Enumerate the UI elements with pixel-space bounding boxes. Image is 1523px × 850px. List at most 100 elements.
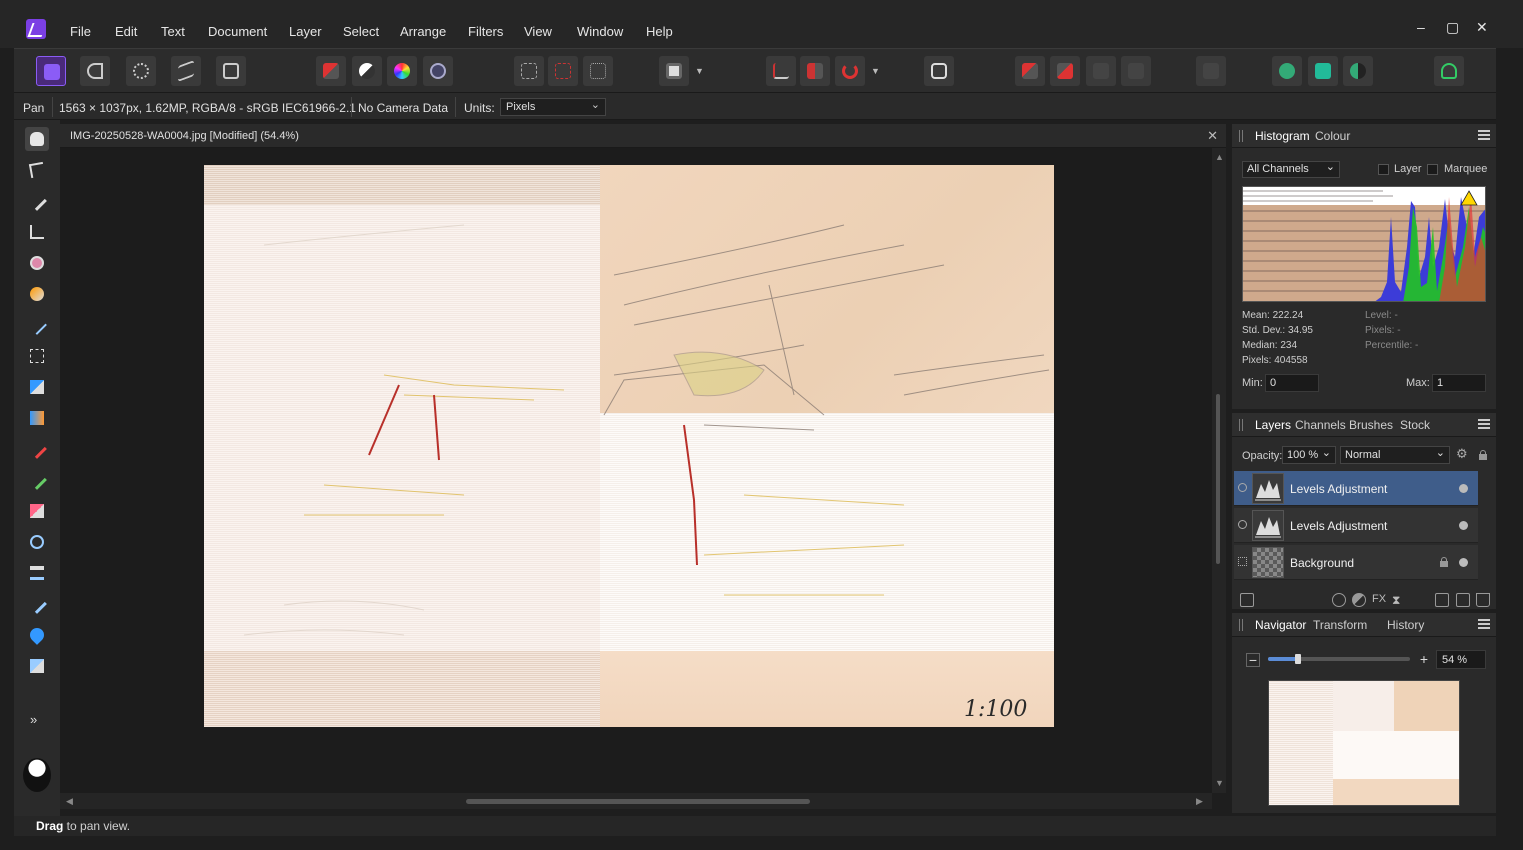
- horizontal-scroll-thumb[interactable]: [466, 799, 810, 804]
- add-mask-icon[interactable]: [1332, 593, 1346, 607]
- layer-row[interactable]: Levels Adjustment: [1234, 471, 1478, 506]
- deselect-button[interactable]: [548, 56, 578, 86]
- boolean-intersect-button[interactable]: [1308, 56, 1338, 86]
- scroll-right-icon[interactable]: ▶: [1196, 796, 1203, 807]
- tab-histogram[interactable]: Histogram: [1255, 129, 1310, 143]
- layer-stack-icon[interactable]: [1240, 593, 1254, 607]
- snapping-dropdown-icon[interactable]: ▼: [871, 66, 881, 76]
- crop-tool[interactable]: [25, 220, 49, 244]
- lock-layers-icon[interactable]: [1479, 450, 1487, 460]
- zoom-in-icon[interactable]: +: [1417, 652, 1431, 667]
- horizontal-scrollbar[interactable]: ◀ ▶: [60, 793, 1212, 809]
- max-input[interactable]: 1: [1432, 374, 1486, 392]
- navigator-preview[interactable]: [1268, 680, 1460, 806]
- menu-arrange[interactable]: Arrange: [400, 24, 446, 39]
- panel-menu-icon[interactable]: [1478, 417, 1490, 431]
- marquee-checkbox[interactable]: [1427, 164, 1438, 175]
- scroll-up-icon[interactable]: ▲: [1215, 152, 1224, 162]
- visibility-icon[interactable]: [1238, 520, 1247, 529]
- healing-brush-tool[interactable]: [25, 592, 49, 616]
- menu-layer[interactable]: Layer: [289, 24, 322, 39]
- vertical-scroll-thumb[interactable]: [1216, 394, 1220, 564]
- flood-fill-tool[interactable]: [25, 282, 49, 306]
- zoom-out-icon[interactable]: −: [1246, 653, 1260, 667]
- tab-navigator[interactable]: Navigator: [1255, 618, 1306, 632]
- view-tool[interactable]: [25, 127, 49, 151]
- fill-tool[interactable]: [25, 375, 49, 399]
- menu-filters[interactable]: Filters: [468, 24, 503, 39]
- min-input[interactable]: 0: [1265, 374, 1319, 392]
- force-pixel-alignment-button[interactable]: [800, 56, 830, 86]
- zoom-field[interactable]: 54 %: [1436, 650, 1486, 669]
- marquee-tool[interactable]: [25, 344, 49, 368]
- flood-select-tool[interactable]: [25, 313, 49, 337]
- layer-visibility-dot-icon[interactable]: [1459, 521, 1468, 530]
- close-window-button[interactable]: ✕: [1476, 19, 1488, 36]
- invert-selection-button[interactable]: [583, 56, 613, 86]
- layer-visibility-dot-icon[interactable]: [1459, 484, 1468, 493]
- zoom-slider[interactable]: [1268, 654, 1410, 664]
- panel-menu-icon[interactable]: [1478, 617, 1490, 631]
- blur-brush-tool[interactable]: [25, 623, 49, 647]
- export-persona-button[interactable]: [216, 56, 246, 86]
- colour-picker-tool[interactable]: [25, 189, 49, 213]
- scroll-down-icon[interactable]: ▼: [1215, 778, 1224, 788]
- levels-button[interactable]: [316, 56, 346, 86]
- expand-tools-button[interactable]: »: [25, 709, 49, 733]
- photo-persona-button[interactable]: [36, 56, 66, 86]
- menu-select[interactable]: Select: [343, 24, 379, 39]
- live-filter-icon[interactable]: ⧗: [1392, 593, 1406, 607]
- account-button[interactable]: [1434, 56, 1464, 86]
- menu-window[interactable]: Window: [577, 24, 623, 39]
- select-all-button[interactable]: [514, 56, 544, 86]
- colour-swatch-icon[interactable]: [23, 758, 51, 792]
- layer-expand-icon[interactable]: [1238, 557, 1247, 566]
- menu-document[interactable]: Document: [208, 24, 267, 39]
- assistant-button[interactable]: [924, 56, 954, 86]
- panel-menu-icon[interactable]: [1478, 128, 1490, 142]
- close-document-icon[interactable]: ✕: [1207, 128, 1218, 144]
- menu-edit[interactable]: Edit: [115, 24, 137, 39]
- menu-help[interactable]: Help: [646, 24, 673, 39]
- boolean-subtract-button[interactable]: [1343, 56, 1373, 86]
- tab-brushes[interactable]: Brushes: [1349, 418, 1393, 432]
- fx-icon[interactable]: FX: [1372, 593, 1386, 607]
- erase-brush-tool[interactable]: [25, 499, 49, 523]
- new-group-icon[interactable]: [1435, 593, 1449, 607]
- boolean-add-button[interactable]: [1272, 56, 1302, 86]
- menu-text[interactable]: Text: [161, 24, 185, 39]
- adjustment-icon[interactable]: [1352, 593, 1366, 607]
- liquify-persona-button[interactable]: [80, 56, 110, 86]
- layer-lock-icon[interactable]: [1440, 557, 1448, 567]
- smudge-brush-tool[interactable]: [25, 654, 49, 678]
- quick-mask-button[interactable]: [659, 56, 689, 86]
- layer-settings-icon[interactable]: ⚙: [1456, 446, 1468, 462]
- minimize-button[interactable]: –: [1417, 19, 1425, 35]
- tab-history[interactable]: History: [1387, 618, 1424, 632]
- panel-grip-icon[interactable]: [1239, 619, 1243, 631]
- snapping-button[interactable]: [766, 56, 796, 86]
- white-balance-button[interactable]: [352, 56, 382, 86]
- opacity-select[interactable]: 100 %: [1282, 446, 1336, 464]
- gradient-tool[interactable]: [25, 406, 49, 430]
- hsl-button[interactable]: [387, 56, 417, 86]
- tab-transform[interactable]: Transform: [1313, 618, 1367, 632]
- affinity-photo-logo-icon[interactable]: [26, 19, 46, 39]
- auto-levels-button[interactable]: [423, 56, 453, 86]
- red-eye-tool[interactable]: [25, 251, 49, 275]
- move-tool[interactable]: [25, 158, 49, 182]
- units-select[interactable]: Pixels: [500, 98, 606, 116]
- channel-select[interactable]: All Channels: [1242, 160, 1340, 178]
- trash-icon[interactable]: [1476, 593, 1490, 607]
- panel-grip-icon[interactable]: [1239, 130, 1243, 142]
- layer-row[interactable]: Background: [1234, 545, 1478, 580]
- visibility-icon[interactable]: [1238, 483, 1247, 492]
- develop-persona-button[interactable]: [126, 56, 156, 86]
- layer-visibility-dot-icon[interactable]: [1459, 558, 1468, 567]
- tab-colour[interactable]: Colour: [1315, 129, 1350, 143]
- zoom-tool[interactable]: [25, 530, 49, 554]
- menu-file[interactable]: File: [70, 24, 91, 39]
- dodge-brush-tool[interactable]: [25, 468, 49, 492]
- magnet-button[interactable]: [835, 56, 865, 86]
- layer-checkbox[interactable]: [1378, 164, 1389, 175]
